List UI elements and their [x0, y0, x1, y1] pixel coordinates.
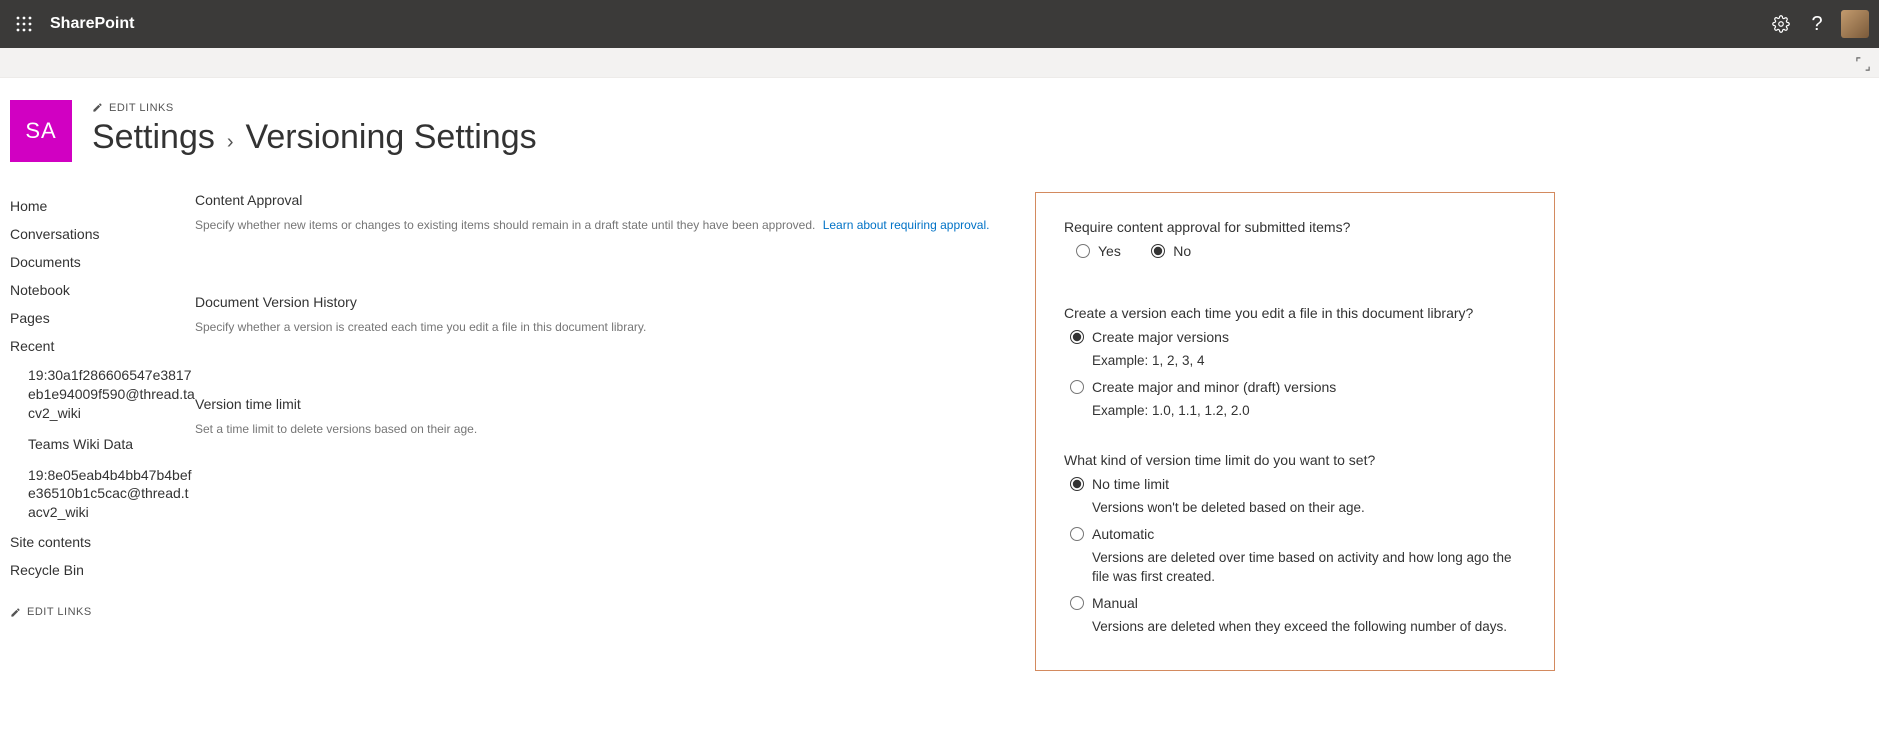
option-question: Create a version each time you edit a fi…: [1064, 305, 1526, 321]
section-descriptions: Content Approval Specify whether new ite…: [195, 192, 1035, 438]
edit-links-label: EDIT LINKS: [109, 102, 174, 114]
section-title: Content Approval: [195, 192, 1005, 208]
radio-no-time-limit[interactable]: [1070, 477, 1084, 491]
option-row: No: [1151, 243, 1191, 259]
radio-manual-label[interactable]: Manual: [1092, 595, 1138, 611]
help-button[interactable]: ?: [1799, 0, 1835, 48]
nav-home[interactable]: Home: [10, 192, 195, 220]
help-icon: ?: [1811, 13, 1822, 36]
radio-manual[interactable]: [1070, 596, 1084, 610]
nav-recent-item[interactable]: Teams Wiki Data: [10, 429, 195, 460]
option-group-approval: Require content approval for submitted i…: [1064, 219, 1526, 265]
nav-recycle-bin[interactable]: Recycle Bin: [10, 556, 195, 584]
options-panel: Require content approval for submitted i…: [1035, 192, 1555, 671]
option-row: Create major versions: [1070, 329, 1526, 345]
nav-site-contents[interactable]: Site contents: [10, 528, 195, 556]
radio-approval-no-label[interactable]: No: [1173, 243, 1191, 259]
option-group-timelimit: What kind of version time limit do you w…: [1064, 452, 1526, 636]
radio-approval-yes[interactable]: [1076, 244, 1090, 258]
radio-approval-no[interactable]: [1151, 244, 1165, 258]
nav-conversations[interactable]: Conversations: [10, 220, 195, 248]
header-column: EDIT LINKS Settings › Versioning Setting…: [92, 100, 1869, 162]
site-tile[interactable]: SA: [10, 100, 72, 162]
section-time-limit: Version time limit Set a time limit to d…: [195, 396, 1005, 438]
left-nav: Home Conversations Documents Notebook Pa…: [10, 192, 195, 621]
option-row: Manual: [1070, 595, 1526, 611]
pencil-icon: [10, 607, 21, 618]
nav-recent-item[interactable]: 19:30a1f286606547e3817eb1e94009f590@thre…: [10, 360, 195, 429]
options-column: Require content approval for submitted i…: [1035, 192, 1555, 671]
radio-major-versions[interactable]: [1070, 330, 1084, 344]
nav-recent[interactable]: Recent: [10, 332, 195, 360]
section-title: Document Version History: [195, 294, 1005, 310]
edit-links-top[interactable]: EDIT LINKS: [92, 102, 174, 114]
suite-bar: SharePoint ?: [0, 0, 1879, 48]
breadcrumb-current: Versioning Settings: [246, 118, 537, 157]
learn-approval-link[interactable]: Learn about requiring approval.: [823, 218, 990, 232]
radio-automatic[interactable]: [1070, 527, 1084, 541]
nav-documents[interactable]: Documents: [10, 248, 195, 276]
radio-approval-yes-label[interactable]: Yes: [1098, 243, 1121, 259]
section-version-history: Document Version History Specify whether…: [195, 294, 1005, 336]
breadcrumb-parent[interactable]: Settings: [92, 118, 215, 157]
nav-pages[interactable]: Pages: [10, 304, 195, 332]
radio-major-versions-label[interactable]: Create major versions: [1092, 329, 1229, 345]
radio-major-minor-versions[interactable]: [1070, 380, 1084, 394]
option-question: Require content approval for submitted i…: [1064, 219, 1526, 235]
option-example: Example: 1, 2, 3, 4: [1092, 351, 1526, 371]
app-launcher-button[interactable]: [8, 8, 40, 40]
pencil-icon: [92, 102, 103, 113]
breadcrumb-separator: ›: [227, 131, 234, 154]
radio-automatic-label[interactable]: Automatic: [1092, 526, 1154, 542]
option-subtext: Versions won't be deleted based on their…: [1092, 498, 1526, 518]
option-row: Yes: [1076, 243, 1121, 259]
content-area: Content Approval Specify whether new ite…: [195, 192, 1869, 671]
breadcrumb: Settings › Versioning Settings: [92, 118, 1869, 157]
focus-icon: [1856, 57, 1870, 71]
option-group-history: Create a version each time you edit a fi…: [1064, 305, 1526, 420]
page-header: SA EDIT LINKS Settings › Versioning Sett…: [0, 78, 1879, 162]
option-question: What kind of version time limit do you w…: [1064, 452, 1526, 468]
option-example: Example: 1.0, 1.1, 1.2, 2.0: [1092, 401, 1526, 421]
edit-links-bottom[interactable]: EDIT LINKS: [10, 606, 92, 618]
section-description: Specify whether new items or changes to …: [195, 216, 1005, 234]
nav-notebook[interactable]: Notebook: [10, 276, 195, 304]
brand-link[interactable]: SharePoint: [50, 15, 134, 33]
option-row: No time limit: [1070, 476, 1526, 492]
section-description: Specify whether a version is created eac…: [195, 318, 1005, 336]
section-title: Version time limit: [195, 396, 1005, 412]
option-subtext: Versions are deleted over time based on …: [1092, 548, 1526, 587]
user-avatar[interactable]: [1841, 10, 1869, 38]
ribbon-bar: [0, 48, 1879, 78]
section-content-approval: Content Approval Specify whether new ite…: [195, 192, 1005, 234]
page-body: Home Conversations Documents Notebook Pa…: [0, 162, 1879, 691]
edit-links-label: EDIT LINKS: [27, 606, 92, 618]
nav-recent-item[interactable]: 19:8e05eab4b4bb47b4befe36510b1c5cac@thre…: [10, 460, 195, 529]
section-description: Set a time limit to delete versions base…: [195, 420, 1005, 438]
option-row: Create major and minor (draft) versions: [1070, 379, 1526, 395]
option-row: Automatic: [1070, 526, 1526, 542]
section-desc-text: Specify whether new items or changes to …: [195, 218, 815, 232]
focus-content-button[interactable]: [1853, 54, 1873, 74]
option-subtext: Versions are deleted when they exceed th…: [1092, 617, 1526, 637]
radio-major-minor-versions-label[interactable]: Create major and minor (draft) versions: [1092, 379, 1336, 395]
radio-no-time-limit-label[interactable]: No time limit: [1092, 476, 1169, 492]
settings-button[interactable]: [1763, 0, 1799, 48]
waffle-icon: [16, 16, 32, 32]
gear-icon: [1772, 15, 1790, 33]
